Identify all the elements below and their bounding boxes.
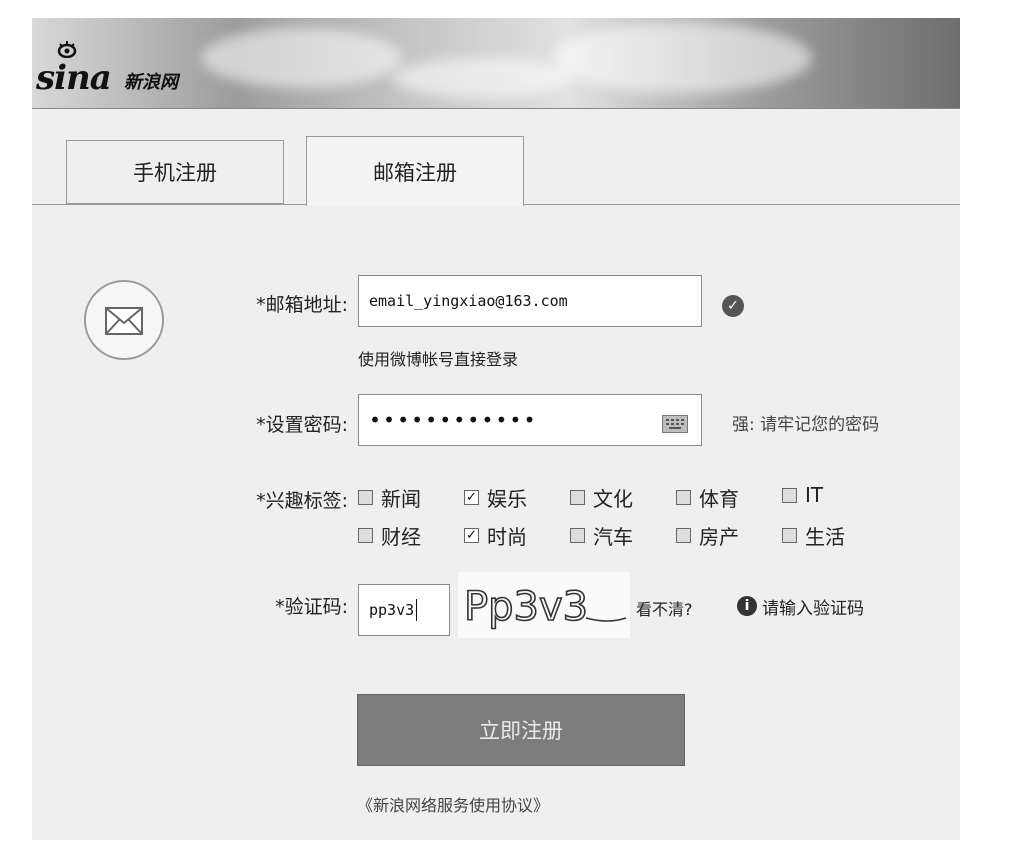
captcha-hint: 请输入验证码 xyxy=(762,599,864,619)
interest-option-finance[interactable]: 财经 xyxy=(358,521,421,550)
email-label: *邮箱地址: xyxy=(256,294,348,316)
interests-label: *兴趣标签: xyxy=(256,490,348,512)
service-agreement-link[interactable]: 《新浪网络服务使用协议》 xyxy=(357,792,549,816)
logo-wordmark: sina xyxy=(36,58,112,98)
info-icon: i xyxy=(737,596,757,616)
captcha-image-text: Pp3v3 xyxy=(464,584,588,630)
interest-option-fashion[interactable]: ✓ 时尚 xyxy=(464,521,527,550)
captcha-input[interactable]: pp3v3 xyxy=(358,584,450,636)
interest-option-auto[interactable]: 汽车 xyxy=(570,521,633,550)
checkbox[interactable] xyxy=(676,490,691,505)
mail-icon xyxy=(84,280,164,360)
sina-logo[interactable]: sina 新浪网 xyxy=(32,38,232,98)
check-icon: ✓ xyxy=(722,295,744,317)
tab-phone-register[interactable]: 手机注册 xyxy=(66,140,284,204)
checkbox[interactable] xyxy=(570,490,585,505)
registration-page: sina 新浪网 手机注册 邮箱注册 *邮箱地址: email_yingxiao… xyxy=(32,18,960,840)
password-field[interactable]: •••••••••••• xyxy=(358,394,702,446)
interest-option-realestate[interactable]: 房产 xyxy=(676,521,739,550)
checkbox[interactable] xyxy=(570,528,585,543)
captcha-image[interactable]: Pp3v3 xyxy=(458,572,630,638)
text-cursor xyxy=(416,599,418,621)
interest-option-sports[interactable]: 体育 xyxy=(676,483,739,512)
captcha-value: pp3v3 xyxy=(369,601,415,619)
checkbox[interactable] xyxy=(676,528,691,543)
checkbox[interactable] xyxy=(782,487,797,503)
tab-email-register[interactable]: 邮箱注册 xyxy=(306,136,524,206)
password-value: •••••••••••• xyxy=(369,408,538,432)
email-field[interactable]: email_yingxiao@163.com xyxy=(358,275,702,327)
password-strength-hint: 强: 请牢记您的密码 xyxy=(732,415,880,435)
interest-option-entertainment[interactable]: ✓ 娱乐 xyxy=(464,483,527,512)
interest-option-culture[interactable]: 文化 xyxy=(570,483,633,512)
captcha-label: *验证码: xyxy=(275,596,348,618)
sina-eye-icon xyxy=(57,41,77,58)
checkbox-checked[interactable]: ✓ xyxy=(464,528,479,543)
checkbox[interactable] xyxy=(358,528,373,543)
registration-tabs: 手机注册 邮箱注册 xyxy=(32,136,960,206)
header-banner: sina 新浪网 xyxy=(32,18,960,109)
checkbox[interactable] xyxy=(358,490,373,505)
interest-option-it[interactable]: IT xyxy=(782,483,823,507)
weibo-login-link[interactable]: 使用微博帐号直接登录 xyxy=(358,346,518,370)
register-button[interactable]: 立即注册 xyxy=(357,694,685,766)
interest-option-news[interactable]: 新闻 xyxy=(358,483,421,512)
keyboard-icon[interactable] xyxy=(662,415,688,433)
logo-chinese-name: 新浪网 xyxy=(124,72,178,93)
checkbox[interactable] xyxy=(782,528,797,543)
interest-option-life[interactable]: 生活 xyxy=(782,521,845,550)
checkbox-checked[interactable]: ✓ xyxy=(464,490,479,505)
password-label: *设置密码: xyxy=(256,414,348,436)
email-value: email_yingxiao@163.com xyxy=(369,292,568,310)
refresh-captcha-link[interactable]: 看不清? xyxy=(636,596,693,620)
